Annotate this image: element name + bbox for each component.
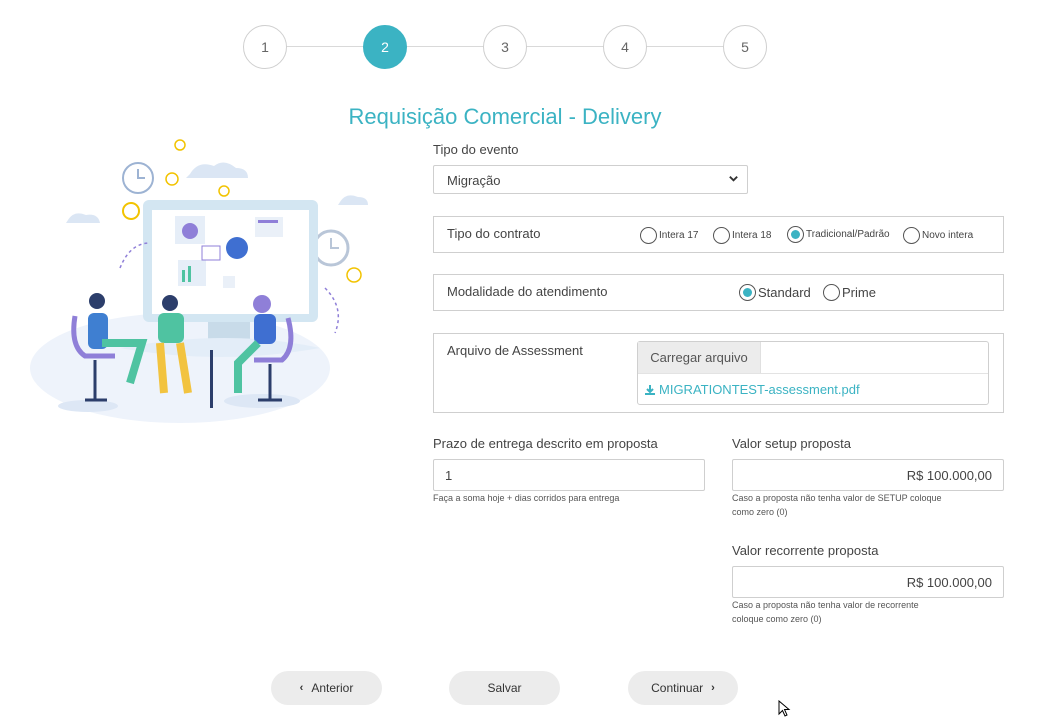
valor-recorrente-help: Caso a proposta não tenha valor de recor… <box>732 598 919 626</box>
arquivo-label: Arquivo de Assessment <box>447 343 583 358</box>
carregar-arquivo-button[interactable]: Carregar arquivo <box>638 342 761 373</box>
stepper: 1 2 3 4 5 <box>243 25 767 69</box>
radio-intera-17[interactable]: Intera 17 <box>640 227 698 244</box>
radio-label: Intera 18 <box>732 230 772 241</box>
tipo-evento-value: Migração <box>447 173 501 188</box>
step-2[interactable]: 2 <box>363 25 407 69</box>
help-line: Caso a proposta não tenha valor de recor… <box>732 600 919 610</box>
step-1[interactable]: 1 <box>243 25 287 69</box>
salvar-button[interactable]: Salvar <box>449 671 560 705</box>
anterior-button[interactable]: ‹ Anterior <box>271 671 382 705</box>
chevron-down-icon <box>728 173 739 187</box>
radio-label: Tradicional/Padrão <box>806 229 890 240</box>
radio-label: Prime <box>842 285 876 300</box>
continuar-label: Continuar <box>651 681 704 695</box>
chevron-right-icon: › <box>711 682 715 694</box>
salvar-label: Salvar <box>487 681 522 695</box>
radio-label: Novo intera <box>922 230 974 241</box>
upload-divider <box>638 373 988 374</box>
radio-label: Standard <box>758 285 811 300</box>
radio-circle <box>903 227 920 244</box>
radio-circle <box>713 227 730 244</box>
modalidade-label: Modalidade do atendimento <box>447 284 608 299</box>
prazo-label: Prazo de entrega descrito em proposta <box>433 436 658 451</box>
tipo-evento-select[interactable]: Migração <box>433 165 748 194</box>
radio-standard[interactable]: Standard <box>739 284 811 301</box>
page-title: Requisição Comercial - Delivery <box>348 104 662 129</box>
valor-recorrente-label: Valor recorrente proposta <box>732 543 879 558</box>
help-line: Caso a proposta não tenha valor de SETUP… <box>732 493 942 503</box>
radio-circle <box>787 226 804 243</box>
valor-setup-label: Valor setup proposta <box>732 436 851 451</box>
file-name: MIGRATIONTEST-assessment.pdf <box>659 382 860 397</box>
tipo-contrato-box: Tipo do contrato Intera 17 Intera 18 Tra… <box>433 216 1004 253</box>
file-link[interactable]: MIGRATIONTEST-assessment.pdf <box>644 382 860 397</box>
radio-tradicional-padrao[interactable]: Tradicional/Padrão <box>787 226 890 243</box>
help-line: coloque como zero (0) <box>732 614 822 624</box>
anterior-label: Anterior <box>311 681 354 695</box>
radio-intera-18[interactable]: Intera 18 <box>713 227 771 244</box>
prazo-help: Faça a soma hoje + dias corridos para en… <box>433 493 620 503</box>
help-line: como zero (0) <box>732 507 788 517</box>
radio-circle <box>739 284 756 301</box>
mouse-cursor-icon <box>778 700 791 717</box>
radio-novo-intera[interactable]: Novo intera <box>903 227 973 244</box>
modalidade-box: Modalidade do atendimento Standard Prime <box>433 274 1004 311</box>
radio-prime[interactable]: Prime <box>823 284 876 301</box>
download-icon <box>644 384 656 396</box>
step-4[interactable]: 4 <box>603 25 647 69</box>
step-3[interactable]: 3 <box>483 25 527 69</box>
tipo-contrato-label: Tipo do contrato <box>447 226 541 241</box>
continuar-button[interactable]: Continuar › <box>628 671 738 705</box>
tipo-evento-label: Tipo do evento <box>433 142 519 157</box>
office-illustration <box>30 139 368 423</box>
chevron-left-icon: ‹ <box>299 682 304 694</box>
valor-setup-help: Caso a proposta não tenha valor de SETUP… <box>732 491 941 519</box>
valor-recorrente-input[interactable]: R$ 100.000,00 <box>732 566 1004 598</box>
radio-label: Intera 17 <box>659 230 699 241</box>
radio-circle <box>640 227 657 244</box>
step-5[interactable]: 5 <box>723 25 767 69</box>
radio-circle <box>823 284 840 301</box>
valor-setup-input[interactable]: R$ 100.000,00 <box>732 459 1004 491</box>
file-upload: Carregar arquivo MIGRATIONTEST-assessmen… <box>637 341 989 405</box>
prazo-input[interactable]: 1 <box>433 459 705 491</box>
